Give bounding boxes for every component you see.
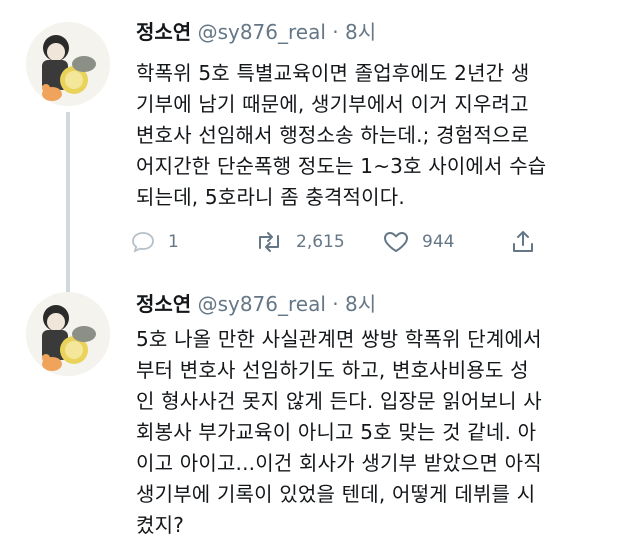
tweet-text-line: 켰지? [136, 513, 185, 537]
tweet-text-line: 어지간한 단순폭행 정도는 1~3호 사이에서 수습 [136, 154, 547, 178]
retweet-count: 2,615 [296, 232, 345, 252]
tweet-text-line: 생기부에 기록이 있었을 텐데, 어떻게 데뷔를 시 [136, 482, 536, 506]
tweet-text-line: 인 형사사건 못지 않게 든다. 입장문 읽어보니 사 [136, 389, 542, 413]
like-button[interactable]: 944 [382, 228, 454, 256]
timestamp[interactable]: 8시 [345, 292, 376, 316]
user-handle[interactable]: @sy876_real [198, 20, 326, 44]
avatar-illustration [26, 22, 110, 106]
tweet-text-line: 기부에 남기 때문에, 생기부에서 이거 지우려고 [136, 92, 529, 116]
display-name[interactable]: 정소연 [136, 20, 191, 44]
display-name[interactable]: 정소연 [136, 292, 191, 316]
tweet-text: 학폭위 5호 특별교육이면 졸업후에도 2년간 생 기부에 남기 때문에, 생기… [136, 58, 626, 213]
tweet-2[interactable]: 정소연 @sy876_real · 8시 5호 나올 만한 사실관계면 쌍방 학… [0, 270, 640, 541]
tweet-1[interactable]: 정소연 @sy876_real · 8시 학폭위 5호 특별교육이면 졸업후에도… [0, 0, 640, 270]
retweet-button[interactable]: 2,615 [254, 228, 345, 256]
share-icon [513, 231, 533, 252]
tweet-header: 정소연 @sy876_real · 8시 [136, 288, 376, 317]
tweet-text: 5호 나올 만한 사실관계면 쌍방 학폭위 단계에서 부터 변호사 선임하기도 … [136, 324, 626, 541]
avatar[interactable] [26, 22, 110, 106]
user-handle[interactable]: @sy876_real [198, 292, 326, 316]
retweet-icon [259, 232, 279, 252]
tweet-text-line: 학폭위 5호 특별교육이면 졸업후에도 2년간 생 [136, 61, 530, 85]
timestamp[interactable]: 8시 [345, 20, 376, 44]
tweet-text-line: 되는데, 5호라니 좀 충격적이다. [136, 185, 405, 209]
avatar[interactable] [26, 292, 110, 376]
tweet-text-line: 5호 나올 만한 사실관계면 쌍방 학폭위 단계에서 [136, 327, 542, 351]
tweet-text-line: 변호사 선임해서 행정소송 하는데.; 경험적으로 [136, 123, 530, 147]
tweet-text-line: 부터 변호사 선임하기도 하고, 변호사비용도 성 [136, 358, 529, 382]
tweet-text-line: 회봉사 부가교육이 아니고 5호 맞는 것 같네. 아 [136, 420, 537, 444]
share-button[interactable] [510, 228, 536, 256]
separator-dot: · [332, 20, 339, 44]
like-count: 944 [422, 232, 455, 252]
tweet-actions: 1 2,615 944 [130, 228, 533, 256]
reply-icon [132, 232, 154, 253]
tweet-text-line: 이고 아이고...이건 회사가 생기부 받았으면 아직 [136, 451, 542, 475]
avatar-illustration [26, 292, 110, 376]
tweet-header: 정소연 @sy876_real · 8시 [136, 16, 376, 45]
heart-icon [384, 232, 408, 252]
reply-count: 1 [168, 232, 179, 252]
reply-button[interactable]: 1 [130, 228, 179, 256]
separator-dot: · [332, 292, 339, 316]
